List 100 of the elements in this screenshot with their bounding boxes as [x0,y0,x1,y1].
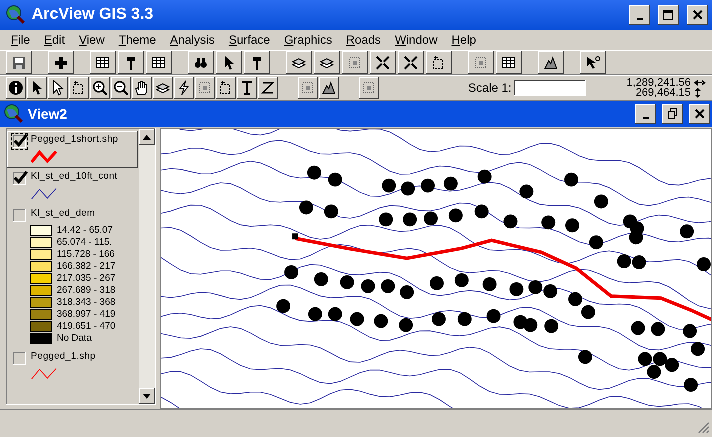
toolbar-button[interactable] [244,51,270,74]
window-title: ArcView GIS 3.3 [32,6,155,24]
y-coordinate: 269,464.15 [636,88,691,98]
x-coordinate: 1,289,241.56 [626,78,691,88]
class-label: 115.728 - 166 [57,249,115,260]
menu-item[interactable]: Window [390,33,443,47]
menu-item[interactable]: Edit [39,33,70,47]
dotted-square-icon [473,54,489,70]
maximize-button[interactable] [658,5,679,25]
globe-magnifier-icon [4,104,24,124]
toolbar-button[interactable] [6,51,32,74]
info-icon [8,80,24,96]
menu-item[interactable]: Graphics [279,33,338,47]
class-label: 14.42 - 65.07 [57,225,113,236]
menu-item[interactable]: Theme [114,33,162,47]
toolbar-button[interactable] [195,77,215,99]
menu-item[interactable]: Analysis [165,33,220,47]
class-label: No Data [57,333,92,344]
table-icon [151,54,167,70]
zigzag-icon [260,80,276,96]
toolbar-button[interactable] [118,51,144,74]
theme-entry[interactable]: Pegged_1short.shp [7,131,138,168]
scroll-up-button[interactable] [139,129,155,145]
close-button[interactable] [689,104,710,124]
toolbar-button[interactable] [298,77,318,99]
close-icon [692,10,702,20]
globe-magnifier-icon [6,5,26,25]
toolbar-button[interactable] [146,51,172,74]
toolbar-button[interactable] [111,77,131,99]
toolbar-button[interactable] [258,77,278,99]
zoom-out-icon [113,80,129,96]
scroll-down-button[interactable] [139,388,155,404]
toolbar-button[interactable] [237,77,257,99]
visibility-checkbox[interactable] [13,172,26,185]
minimize-icon [636,18,642,20]
visibility-checkbox[interactable] [13,352,26,365]
table-icon [501,54,517,70]
toolbar-button[interactable] [314,51,340,74]
menu-item[interactable]: Help [446,33,482,47]
toolbar-button[interactable] [27,77,47,99]
dotted-square-icon [300,80,316,96]
toolbar-button[interactable] [69,77,89,99]
toolbar-button[interactable] [342,51,368,74]
toolbar-button[interactable] [286,51,312,74]
toolbar-button[interactable] [174,77,194,99]
toolbar-button[interactable] [48,51,74,74]
ibeam-icon [239,80,255,96]
theme-entry[interactable]: Kl_st_ed_dem 14.42 - 65.07 65.074 - 115. 115.728 - 166 166.382 - 217 217.035 - 267 267.689 - 318 318.343 - 368 368.997 - 419 419.651 - 470 No Data [7,205,138,348]
toolbar-button[interactable] [580,51,606,74]
menu-item[interactable]: File [6,33,36,47]
minimize-button[interactable] [629,5,650,25]
toolbar-button[interactable] [188,51,214,74]
scale-field[interactable] [514,80,586,96]
toolbar-button[interactable] [468,51,494,74]
maximize-icon [663,10,674,20]
toolbar-button[interactable] [216,77,236,99]
visibility-checkbox[interactable] [13,135,26,148]
theme-entry[interactable]: Kl_st_ed_10ft_cont [7,168,138,205]
menu-item[interactable]: View [74,33,110,47]
toolbar-button[interactable] [132,77,152,99]
class-label: 419.651 - 470 [57,321,116,332]
zoom-in-icon [92,80,108,96]
toolbar-button[interactable] [90,77,110,99]
menu-item[interactable]: Roads [341,33,386,47]
close-icon [694,109,704,119]
toolbar-button[interactable] [370,51,396,74]
toolbar-button[interactable] [538,51,564,74]
toolbar-button[interactable] [426,51,452,74]
resize-grip-icon [698,422,710,434]
theme-entry[interactable]: Pegged_1.shp [7,348,138,385]
horizontal-arrow-icon [694,79,706,87]
toolbar-button[interactable] [153,77,173,99]
toolbar-button[interactable] [319,77,339,99]
toolbar-button[interactable] [496,51,522,74]
dotted-square-icon [361,80,377,96]
down-triangle-icon [143,394,151,398]
vertical-arrow-icon [694,88,702,98]
menu-item[interactable]: Surface [224,33,276,47]
minimize-icon [642,117,648,119]
toolbar-button[interactable] [216,51,242,74]
arrows-icon [403,54,419,70]
toolbar-button[interactable] [398,51,424,74]
hand-icon [134,80,150,96]
class-label: 318.343 - 368 [57,297,116,308]
class-label: 166.382 - 217 [57,261,116,272]
toolbar-button[interactable] [90,51,116,74]
plus-icon [53,54,69,70]
visibility-checkbox[interactable] [13,209,26,222]
view-title: View2 [28,106,68,122]
lightning-icon [176,80,192,96]
minimize-button[interactable] [635,104,656,124]
toolbar-button[interactable] [6,77,26,99]
class-label: 267.689 - 318 [57,285,116,296]
arrows-icon [375,54,391,70]
close-button[interactable] [687,5,708,25]
scale-label: Scale 1: [468,81,512,95]
dotted-square-icon [347,54,363,70]
toolbar-button[interactable] [359,77,379,99]
restore-button[interactable] [662,104,683,124]
toolbar-button[interactable] [48,77,68,99]
